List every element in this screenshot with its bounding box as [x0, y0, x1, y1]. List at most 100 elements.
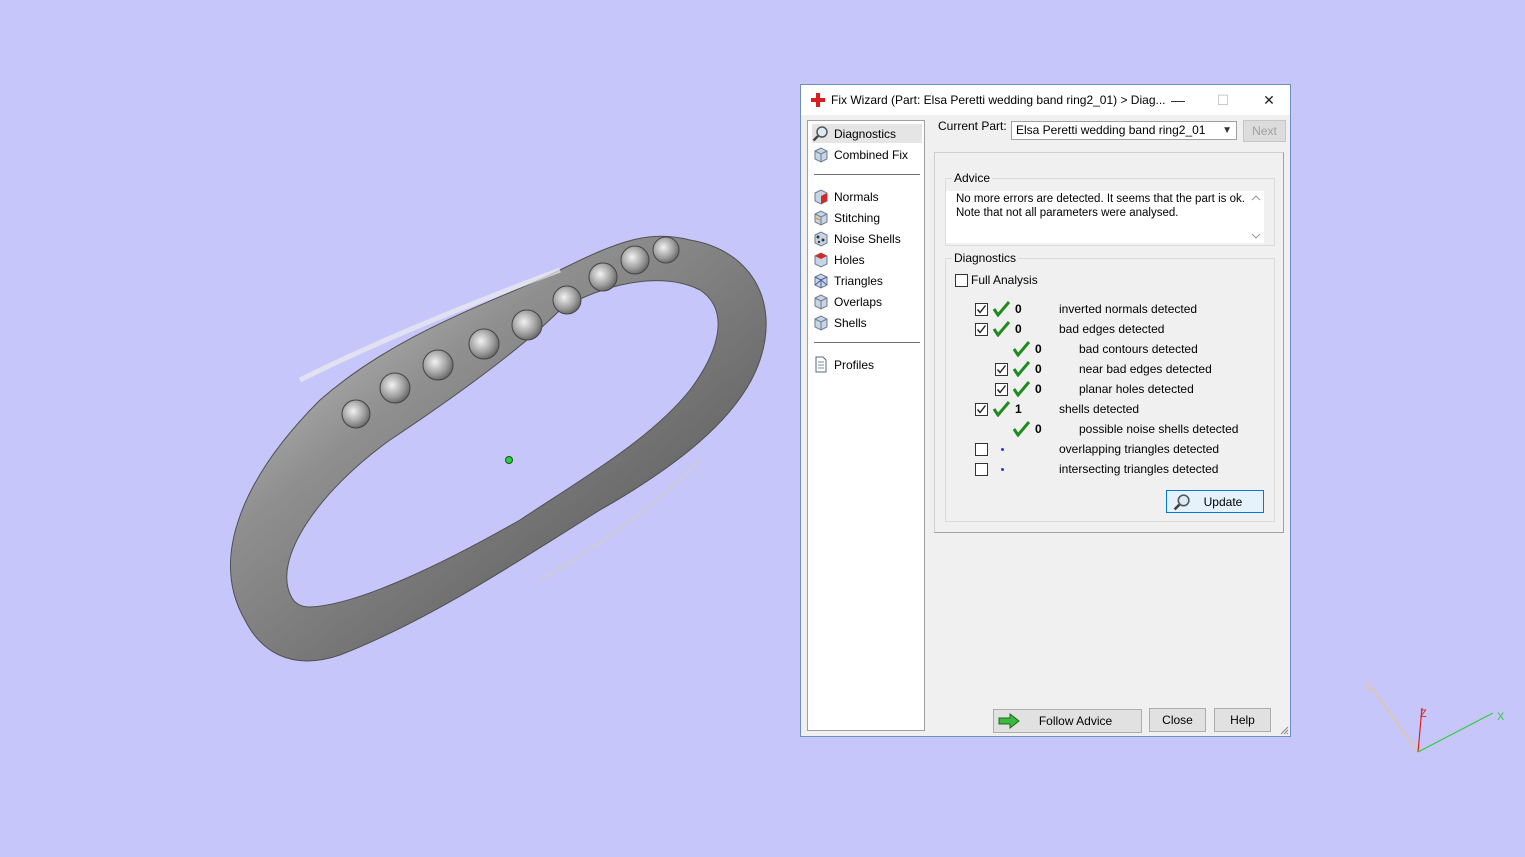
ok-tick-icon — [1013, 421, 1030, 437]
noise-shells-icon — [814, 231, 828, 247]
nav-item-normals[interactable]: Normals — [812, 187, 922, 206]
axis-x-label: X — [1497, 711, 1505, 723]
help-button[interactable]: Help — [1214, 708, 1271, 732]
red-cross-icon — [811, 93, 825, 107]
inverted-normals-label: inverted normals detected — [1059, 302, 1198, 316]
overlapping-triangles-checkbox[interactable] — [975, 443, 988, 456]
nav-item-combined-fix[interactable]: Combined Fix — [812, 145, 922, 164]
checkmark-icon — [976, 325, 987, 334]
nav-label: Triangles — [834, 273, 883, 288]
chevron-down-icon: ▼ — [1222, 125, 1232, 136]
diagnostics-panel: Advice No more errors are detected. It s… — [934, 152, 1284, 533]
nav-label: Stitching — [834, 210, 881, 225]
nav-label: Noise Shells — [834, 231, 901, 246]
bad-edges-checkbox[interactable] — [975, 323, 988, 336]
green-arrow-icon — [998, 713, 1020, 729]
cube-icon — [814, 147, 828, 163]
axis-z-label: Z — [1420, 708, 1427, 720]
full-analysis-label: Full Analysis — [971, 273, 1038, 287]
pivot-point — [505, 456, 513, 464]
intersecting-triangles-checkbox[interactable] — [975, 463, 988, 476]
overlapping-triangles-label: overlapping triangles detected — [1059, 442, 1220, 456]
nav-label: Normals — [834, 189, 879, 204]
update-button[interactable]: Update — [1166, 490, 1264, 513]
nav-label: Overlaps — [834, 294, 883, 309]
advice-text-box[interactable]: No more errors are detected. It seems th… — [946, 191, 1264, 243]
title-bar[interactable]: Fix Wizard (Part: Elsa Peretti wedding b… — [801, 85, 1290, 115]
checkmark-icon — [996, 365, 1007, 374]
near-bad-edges-checkbox[interactable] — [995, 363, 1008, 376]
close-window-button[interactable]: ✕ — [1246, 85, 1292, 115]
planar-holes-count: 0 — [1035, 382, 1042, 396]
bad-edges-label: bad edges detected — [1059, 322, 1165, 336]
intersecting-triangles-label: intersecting triangles detected — [1059, 462, 1219, 476]
close-button[interactable]: Close — [1149, 708, 1206, 732]
resize-grip-icon[interactable] — [1279, 725, 1289, 735]
nav-item-overlaps[interactable]: Overlaps — [812, 292, 922, 311]
not-analysed-dot — [1001, 468, 1004, 471]
advice-line-1: No more errors are detected. It seems th… — [956, 193, 1245, 205]
nav-label: Diagnostics — [834, 126, 897, 141]
stitching-cube-icon — [814, 210, 828, 226]
nav-label: Holes — [834, 252, 865, 267]
bad-edges-count: 0 — [1015, 322, 1022, 336]
minimize-button[interactable]: — — [1155, 85, 1201, 115]
document-icon — [815, 356, 827, 373]
current-part-label: Current Part: — [938, 119, 1007, 133]
checkmark-icon — [976, 405, 987, 414]
advice-title: Advice — [952, 171, 993, 185]
triangles-cube-icon — [814, 273, 828, 289]
shells-count: 1 — [1015, 402, 1022, 416]
ok-tick-icon — [993, 401, 1010, 417]
axis-triad: Y Z X — [1365, 681, 1505, 753]
ring-model[interactable]: Y Z X — [0, 0, 1525, 857]
nav-label: Combined Fix — [834, 147, 909, 162]
ok-tick-icon — [993, 301, 1010, 317]
update-label: Update — [1203, 494, 1243, 509]
noise-shells-count: 0 — [1035, 422, 1042, 436]
shells-checkbox[interactable] — [975, 403, 988, 416]
normals-cube-icon — [814, 189, 828, 205]
nav-separator — [814, 342, 920, 343]
nav-item-profiles[interactable]: Profiles — [812, 355, 922, 374]
3d-viewport[interactable]: Y Z X — [0, 0, 1525, 857]
advice-line-2: Note that not all parameters were analys… — [956, 206, 1179, 219]
not-analysed-dot — [1001, 448, 1004, 451]
near-bad-edges-label: near bad edges detected — [1079, 362, 1212, 376]
planar-holes-checkbox[interactable] — [995, 383, 1008, 396]
window-title: Fix Wizard (Part: Elsa Peretti wedding b… — [831, 93, 1166, 107]
full-analysis-checkbox[interactable] — [955, 274, 968, 287]
shells-cube-icon — [814, 315, 828, 331]
checkmark-icon — [996, 385, 1007, 394]
overlaps-cube-icon — [814, 294, 828, 310]
shells-label: shells detected — [1059, 402, 1140, 416]
diagnostics-title: Diagnostics — [952, 251, 1019, 265]
noise-shells-label: possible noise shells detected — [1079, 422, 1239, 436]
nav-item-noise-shells[interactable]: Noise Shells — [812, 229, 922, 248]
follow-advice-label: Follow Advice — [1038, 714, 1113, 728]
nav-item-shells[interactable]: Shells — [812, 313, 922, 332]
nav-label: Profiles — [834, 357, 875, 372]
fix-nav-panel: Diagnostics Combined Fix Normals Stitchi… — [807, 120, 925, 731]
ok-tick-icon — [1013, 381, 1030, 397]
nav-item-holes[interactable]: Holes — [812, 250, 922, 269]
nav-item-diagnostics[interactable]: Diagnostics — [812, 124, 922, 143]
ok-tick-icon — [1013, 361, 1030, 377]
nav-item-triangles[interactable]: Triangles — [812, 271, 922, 290]
axis-y-label: Y — [1365, 681, 1373, 693]
advice-scrollbar[interactable] — [1248, 191, 1264, 243]
checkmark-icon — [976, 305, 987, 314]
ok-tick-icon — [1013, 341, 1030, 357]
next-button: Next — [1243, 120, 1286, 142]
bad-contours-label: bad contours detected — [1079, 342, 1198, 356]
bad-contours-count: 0 — [1035, 342, 1042, 356]
magnifier-icon — [812, 126, 828, 142]
follow-advice-button[interactable]: Follow Advice — [993, 709, 1142, 733]
nav-item-stitching[interactable]: Stitching — [812, 208, 922, 227]
inverted-normals-checkbox[interactable] — [975, 303, 988, 316]
magnifier-icon — [1173, 494, 1190, 511]
current-part-select[interactable]: Elsa Peretti wedding band ring2_01 ▼ — [1011, 121, 1237, 140]
inverted-normals-count: 0 — [1015, 302, 1022, 316]
current-part-value: Elsa Peretti wedding band ring2_01 — [1016, 123, 1206, 137]
nav-label: Shells — [834, 315, 867, 330]
